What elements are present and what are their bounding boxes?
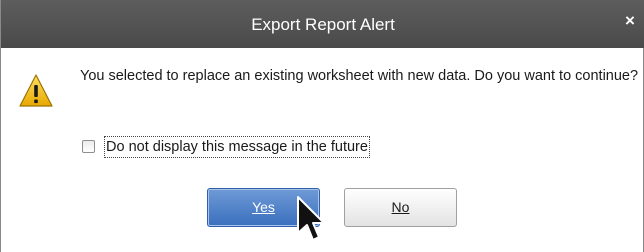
warning-icon (19, 74, 53, 107)
do-not-display-checkbox[interactable] (82, 140, 95, 153)
do-not-display-label[interactable]: Do not display this message in the futur… (104, 136, 370, 158)
title-bar[interactable]: Export Report Alert × (1, 0, 644, 48)
no-button-label: No (391, 199, 410, 215)
export-report-alert-dialog: Export Report Alert × You selected to re… (0, 0, 644, 252)
mouse-pointer-icon (297, 196, 325, 241)
close-button[interactable]: × (621, 12, 639, 30)
alert-message: You selected to replace an existing work… (80, 68, 639, 84)
yes-button-label: Yes (252, 199, 275, 215)
no-button[interactable]: No (344, 188, 457, 227)
dialog-title: Export Report Alert (251, 15, 395, 34)
